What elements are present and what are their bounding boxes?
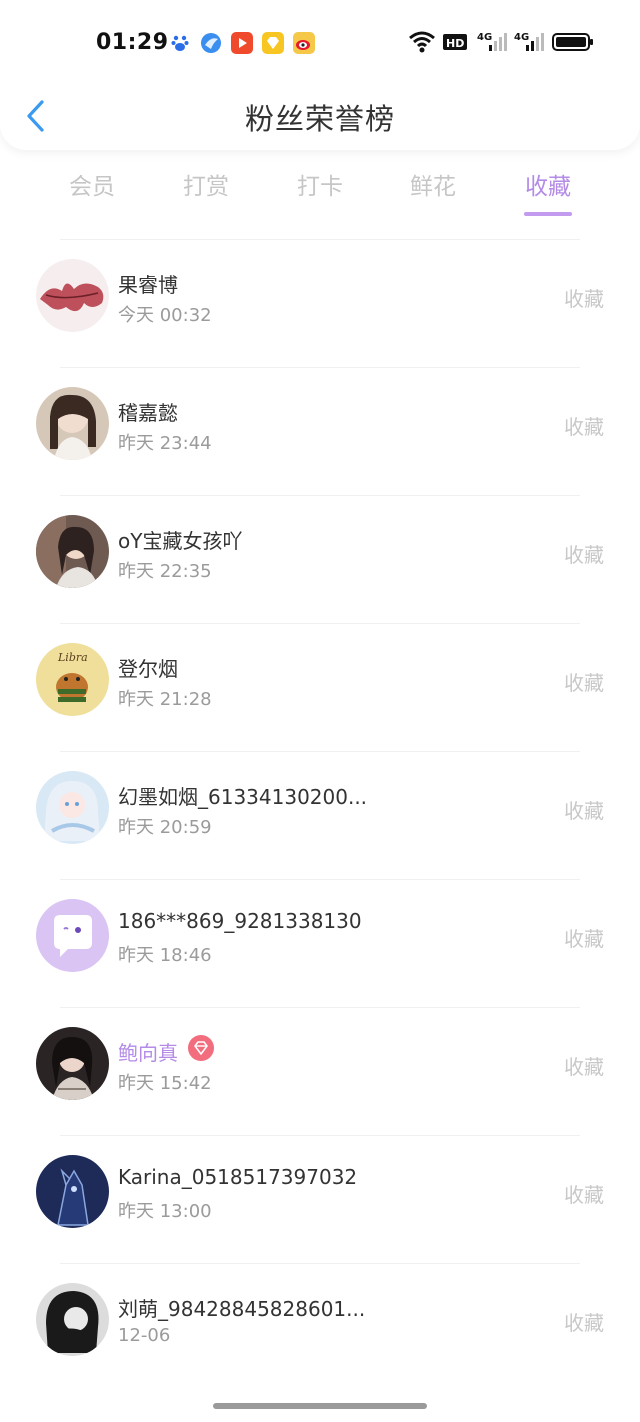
user-name: 186***869_9281338130 xyxy=(118,909,362,933)
list-item[interactable]: 稽嘉懿 昨天 23:44 收藏 xyxy=(0,367,640,495)
divider xyxy=(60,623,580,624)
favorite-label: 收藏 xyxy=(564,415,604,439)
list-item[interactable]: 刘萌_98428845828601... 12-06 收藏 xyxy=(0,1263,640,1391)
tab-favorites-label: 收藏 xyxy=(525,174,571,200)
timestamp: 昨天 13:00 xyxy=(118,1201,212,1222)
weibo-icon xyxy=(293,32,315,54)
divider xyxy=(60,1007,580,1008)
divider xyxy=(60,495,580,496)
user-name: 幻墨如烟_61334130200... xyxy=(118,785,368,809)
battery-icon xyxy=(552,29,594,55)
user-name: 果睿博 xyxy=(118,273,178,297)
timestamp: 昨天 22:35 xyxy=(118,561,212,582)
timestamp: 昨天 18:46 xyxy=(118,945,212,966)
tab-flowers[interactable]: 鲜花 xyxy=(376,166,490,220)
list-item[interactable]: 果睿博 今天 00:32 收藏 xyxy=(0,239,640,367)
favorite-label: 收藏 xyxy=(564,1183,604,1207)
svg-text:4G: 4G xyxy=(514,32,529,43)
divider xyxy=(60,239,580,240)
page-title: 粉丝荣誉榜 xyxy=(244,102,395,136)
divider xyxy=(60,751,580,752)
list-item[interactable]: Libra 登尔烟 昨天 21:28 收藏 xyxy=(0,623,640,751)
avatar[interactable]: Libra xyxy=(36,643,109,716)
status-bar: 01:29 HD 4G 4G xyxy=(0,0,640,86)
tab-active-underline xyxy=(524,212,572,216)
favorite-label: 收藏 xyxy=(564,543,604,567)
tab-checkin[interactable]: 打卡 xyxy=(263,166,377,220)
fan-list: 果睿博 今天 00:32 收藏 稽嘉懿 昨天 23:44 收藏 oY宝藏女孩吖 … xyxy=(0,239,640,1391)
favorite-label: 收藏 xyxy=(564,1311,604,1335)
user-name: Karina_0518517397032 xyxy=(118,1165,358,1189)
list-item[interactable]: 幻墨如烟_61334130200... 昨天 20:59 收藏 xyxy=(0,751,640,879)
tab-reward[interactable]: 打赏 xyxy=(149,166,263,220)
wifi-icon xyxy=(408,29,436,55)
timestamp: 昨天 20:59 xyxy=(118,817,212,838)
tab-bar: 会员 打赏 打卡 鲜花 收藏 xyxy=(0,166,640,226)
user-name: 刘萌_98428845828601... xyxy=(118,1297,366,1321)
favorite-label: 收藏 xyxy=(564,927,604,951)
avatar[interactable] xyxy=(36,515,109,588)
avatar[interactable] xyxy=(36,899,109,972)
list-item[interactable]: Karina_0518517397032 昨天 13:00 收藏 xyxy=(0,1135,640,1263)
hd-icon: HD xyxy=(442,29,468,55)
avatar[interactable] xyxy=(36,259,109,332)
favorite-label: 收藏 xyxy=(564,287,604,311)
timestamp: 昨天 21:28 xyxy=(118,689,212,710)
svg-text:Libra: Libra xyxy=(57,651,88,664)
avatar[interactable] xyxy=(36,1155,109,1228)
divider xyxy=(60,367,580,368)
list-item[interactable]: 186***869_9281338130 昨天 18:46 收藏 xyxy=(0,879,640,1007)
home-indicator[interactable] xyxy=(213,1403,427,1409)
timestamp: 昨天 15:42 xyxy=(118,1073,212,1094)
svg-text:4G: 4G xyxy=(477,32,492,43)
timestamp: 昨天 23:44 xyxy=(118,433,212,454)
favorite-label: 收藏 xyxy=(564,671,604,695)
user-name: 鲍向真 xyxy=(118,1041,178,1065)
divider xyxy=(60,879,580,880)
avatar[interactable] xyxy=(36,771,109,844)
avatar[interactable] xyxy=(36,1027,109,1100)
divider xyxy=(60,1135,580,1136)
favorite-label: 收藏 xyxy=(564,1055,604,1079)
user-name: 登尔烟 xyxy=(118,657,178,681)
list-item[interactable]: oY宝藏女孩吖 昨天 22:35 收藏 xyxy=(0,495,640,623)
tab-favorites[interactable]: 收藏 xyxy=(491,166,605,220)
baidu-paw-icon xyxy=(169,32,191,54)
blue-bird-icon xyxy=(200,32,222,54)
timestamp: 12-06 xyxy=(118,1325,171,1346)
avatar[interactable] xyxy=(36,1283,109,1356)
signal-4g-2-icon: 4G xyxy=(514,29,546,55)
video-play-icon xyxy=(231,32,253,54)
vip-diamond-badge-icon xyxy=(188,1035,214,1061)
user-name: 稽嘉懿 xyxy=(118,401,178,425)
signal-4g-1-icon: 4G xyxy=(477,29,509,55)
timestamp: 今天 00:32 xyxy=(118,305,212,326)
list-item[interactable]: 鲍向真 昨天 15:42 收藏 xyxy=(0,1007,640,1135)
tab-member[interactable]: 会员 xyxy=(35,166,149,220)
svg-text:HD: HD xyxy=(446,37,464,50)
header-card: 01:29 HD 4G 4G 粉丝荣誉榜 xyxy=(0,0,640,150)
user-name: oY宝藏女孩吖 xyxy=(118,529,243,553)
yellow-diamond-icon xyxy=(262,32,284,54)
divider xyxy=(60,1263,580,1264)
favorite-label: 收藏 xyxy=(564,799,604,823)
status-time: 01:29 xyxy=(96,30,169,55)
avatar[interactable] xyxy=(36,387,109,460)
nav-bar: 粉丝荣誉榜 xyxy=(0,86,640,150)
